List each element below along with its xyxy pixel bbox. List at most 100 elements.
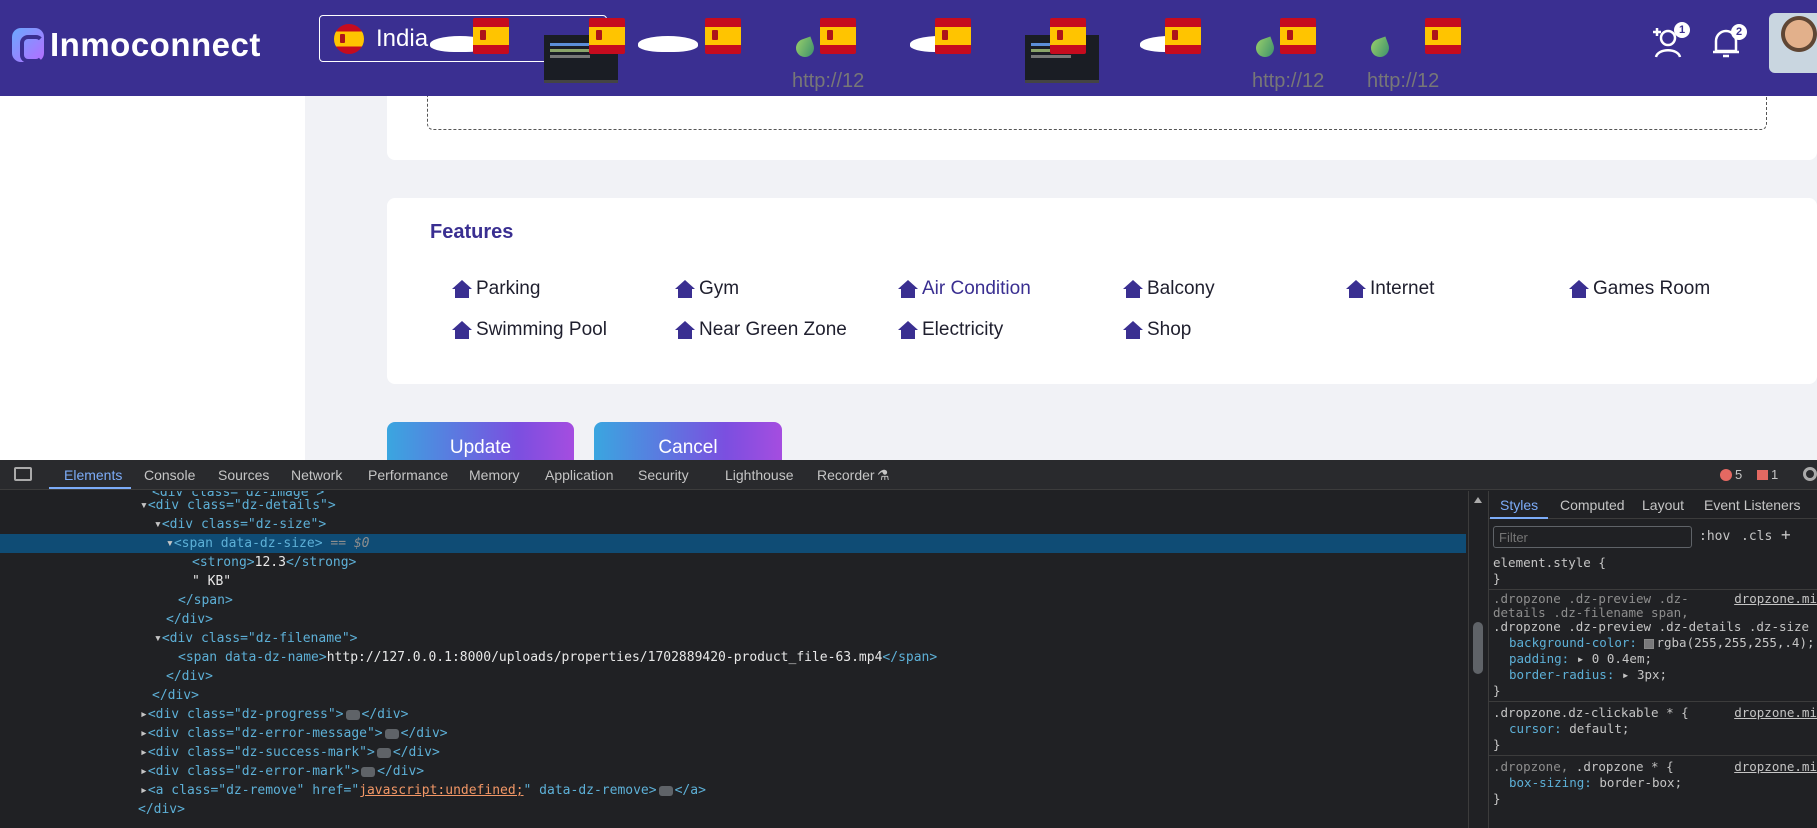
tab-recorder[interactable]: Recorder bbox=[817, 467, 875, 483]
spain-flag-icon[interactable] bbox=[1165, 18, 1201, 54]
dom-node[interactable]: ▸<div class="dz-error-mark"> </div> bbox=[0, 762, 1466, 781]
feature-balcony[interactable]: Balcony bbox=[1123, 278, 1215, 300]
avatar[interactable] bbox=[1769, 13, 1817, 73]
rule-brace: } bbox=[1493, 791, 1501, 806]
house-icon bbox=[675, 321, 695, 339]
active-tab-indicator bbox=[1490, 517, 1548, 519]
spain-flag-icon bbox=[334, 23, 364, 54]
rule-brace: } bbox=[1493, 683, 1501, 698]
dom-node[interactable]: ▾<div class="dz-filename"> bbox=[0, 629, 1466, 648]
spain-flag-icon[interactable] bbox=[705, 18, 741, 54]
feature-parking[interactable]: Parking bbox=[452, 278, 540, 300]
devtools-tabbar: Elements Console Sources Network Perform… bbox=[0, 460, 1817, 490]
spain-flag-icon[interactable] bbox=[1050, 18, 1086, 54]
house-icon bbox=[452, 321, 472, 339]
stylesheet-link[interactable]: dropzone.mi bbox=[1734, 591, 1817, 606]
tab-lighthouse[interactable]: Lighthouse bbox=[725, 467, 794, 483]
tab-styles[interactable]: Styles bbox=[1500, 497, 1538, 513]
dom-node[interactable]: </div> bbox=[0, 686, 1466, 705]
error-counter[interactable]: 5 bbox=[1720, 467, 1742, 482]
stylesheet-link[interactable]: dropzone.mi bbox=[1734, 759, 1817, 774]
dom-node[interactable]: ▸<div class="dz-error-message"> </div> bbox=[0, 724, 1466, 743]
tab-event-listeners[interactable]: Event Listeners bbox=[1704, 497, 1801, 513]
cls-toggle[interactable]: .cls bbox=[1741, 529, 1772, 544]
spain-flag-icon[interactable] bbox=[820, 18, 856, 54]
broken-image-icon bbox=[1253, 36, 1277, 60]
scroll-up-icon[interactable] bbox=[1474, 497, 1482, 503]
spain-flag-icon[interactable] bbox=[935, 18, 971, 54]
update-button[interactable]: Update bbox=[387, 422, 574, 460]
house-icon bbox=[1569, 280, 1589, 298]
house-icon bbox=[1123, 321, 1143, 339]
tab-sources[interactable]: Sources bbox=[218, 467, 269, 483]
feature-electricity[interactable]: Electricity bbox=[898, 319, 1003, 341]
spain-flag-icon[interactable] bbox=[1425, 18, 1461, 54]
feature-near-green-zone[interactable]: Near Green Zone bbox=[675, 319, 847, 341]
styles-filter-input[interactable] bbox=[1493, 526, 1692, 548]
feature-swimming-pool[interactable]: Swimming Pool bbox=[452, 319, 607, 341]
feature-shop[interactable]: Shop bbox=[1123, 319, 1191, 341]
feature-internet[interactable]: Internet bbox=[1346, 278, 1434, 300]
spain-flag-icon[interactable] bbox=[589, 18, 625, 54]
house-icon bbox=[898, 321, 918, 339]
features-title: Features bbox=[430, 221, 514, 243]
top-navbar: Inmoconnect India http://12roduct http:/… bbox=[0, 0, 1817, 122]
dom-node[interactable]: ▾<div class="dz-details"> bbox=[0, 496, 1466, 515]
style-declaration[interactable]: border-radius: ▸ 3px; bbox=[1509, 667, 1667, 683]
element-style-rule[interactable]: element.style { bbox=[1493, 555, 1606, 571]
feature-air-condition[interactable]: Air Condition bbox=[898, 278, 1031, 300]
feature-games-room[interactable]: Games Room bbox=[1569, 278, 1710, 300]
issue-icon bbox=[1757, 469, 1768, 480]
device-toolbar-icon[interactable] bbox=[14, 467, 32, 481]
dom-node[interactable]: <span data-dz-name>http://127.0.0.1:8000… bbox=[0, 648, 1466, 667]
cancel-button[interactable]: Cancel bbox=[594, 422, 782, 460]
dom-node[interactable]: </div> bbox=[0, 800, 1466, 819]
style-declaration[interactable]: background-color: rgba(255,255,255,.4); bbox=[1509, 635, 1815, 651]
gear-icon[interactable] bbox=[1803, 467, 1817, 481]
dom-node[interactable]: </span> bbox=[0, 591, 1466, 610]
style-declaration[interactable]: padding: ▸ 0 0.4em; bbox=[1509, 651, 1652, 667]
bell-icon[interactable]: 2 bbox=[1709, 24, 1747, 60]
brand-logo[interactable]: Inmoconnect bbox=[12, 26, 261, 64]
tab-network[interactable]: Network bbox=[291, 467, 342, 483]
add-user-icon[interactable]: 1 bbox=[1650, 22, 1690, 60]
rule-selector: .dropzone .dz-preview .dz-details .dz-si… bbox=[1493, 619, 1817, 634]
tab-computed[interactable]: Computed bbox=[1560, 497, 1625, 513]
feature-label: Games Room bbox=[1593, 278, 1711, 299]
stylesheet-link[interactable]: dropzone.mi bbox=[1734, 705, 1817, 720]
dom-node[interactable]: ▸<div class="dz-progress"> </div> bbox=[0, 705, 1466, 724]
dom-node[interactable]: <strong>12.3</strong> bbox=[0, 553, 1466, 572]
dom-node[interactable]: </div> bbox=[0, 667, 1466, 686]
styles-pane: Styles Computed Layout Event Listeners :… bbox=[1488, 491, 1817, 828]
tab-elements[interactable]: Elements bbox=[64, 467, 122, 483]
style-declaration[interactable]: cursor: default; bbox=[1509, 721, 1629, 737]
dom-node[interactable]: </div> bbox=[0, 610, 1466, 629]
tab-console[interactable]: Console bbox=[144, 467, 195, 483]
spain-flag-icon[interactable] bbox=[1280, 18, 1316, 54]
tab-application[interactable]: Application bbox=[545, 467, 614, 483]
dom-node[interactable]: ▸<a class="dz-remove" href="javascript:u… bbox=[0, 781, 1466, 800]
upload-dropzone[interactable] bbox=[427, 96, 1767, 130]
rule-divider bbox=[1489, 589, 1817, 590]
tab-memory[interactable]: Memory bbox=[469, 467, 520, 483]
feature-gym[interactable]: Gym bbox=[675, 278, 739, 300]
style-declaration[interactable]: box-sizing: border-box; bbox=[1509, 775, 1682, 791]
country-label: India bbox=[376, 24, 429, 52]
tab-security[interactable]: Security bbox=[638, 467, 689, 483]
scroll-thumb[interactable] bbox=[1473, 622, 1483, 674]
rule-divider bbox=[1489, 755, 1817, 756]
dom-scrollbar[interactable] bbox=[1468, 491, 1486, 828]
dom-node[interactable]: " KB" bbox=[0, 572, 1466, 591]
tab-layout[interactable]: Layout bbox=[1642, 497, 1684, 513]
dom-tree[interactable]: <div class="dz-image"> ▾<div class="dz-d… bbox=[0, 491, 1466, 828]
spain-flag-icon[interactable] bbox=[473, 18, 509, 54]
hov-toggle[interactable]: :hov bbox=[1699, 529, 1730, 544]
tab-performance[interactable]: Performance bbox=[368, 467, 448, 483]
color-swatch[interactable] bbox=[1644, 638, 1655, 649]
dom-node-selected[interactable]: ▾<span data-dz-size> == $0 bbox=[0, 534, 1466, 553]
issues-counter[interactable]: 1 bbox=[1757, 467, 1778, 482]
add-rule-icon[interactable]: + bbox=[1781, 525, 1791, 544]
dom-node[interactable]: ▾<div class="dz-size"> bbox=[0, 515, 1466, 534]
error-icon bbox=[1720, 468, 1732, 481]
dom-node[interactable]: ▸<div class="dz-success-mark"> </div> bbox=[0, 743, 1466, 762]
